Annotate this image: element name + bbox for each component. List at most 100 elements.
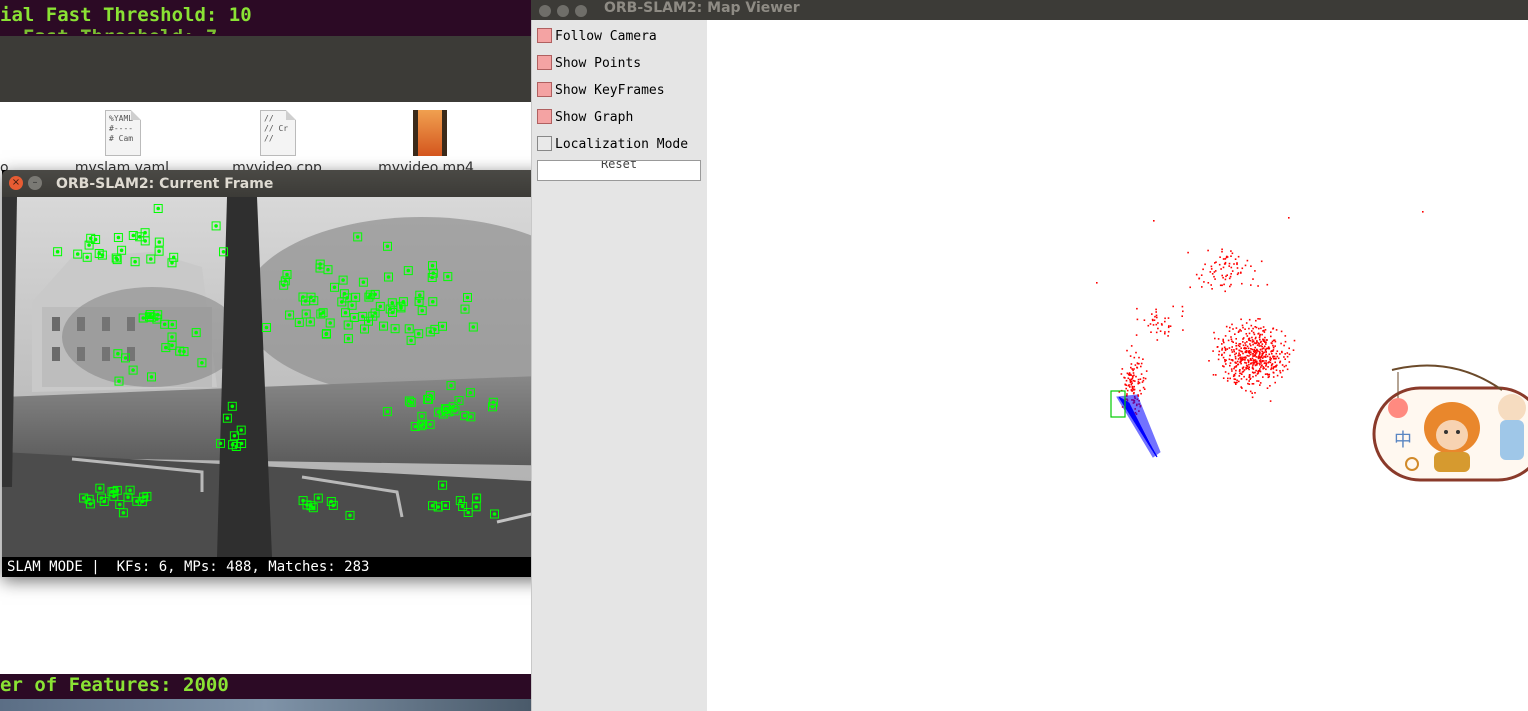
map-point xyxy=(1153,319,1156,321)
keypoint-dot xyxy=(447,410,451,414)
checkbox[interactable] xyxy=(537,55,552,70)
keypoint-dot xyxy=(361,280,366,284)
checkbox[interactable] xyxy=(537,109,552,124)
map-point xyxy=(1263,351,1265,354)
map-point xyxy=(1264,341,1266,343)
keypoint-dot xyxy=(200,361,204,365)
map-point xyxy=(1244,344,1247,346)
map-point xyxy=(1217,338,1220,340)
map-point xyxy=(1226,274,1228,276)
map-point xyxy=(1230,255,1232,257)
map-point xyxy=(1230,349,1233,351)
keypoint-dot xyxy=(316,496,321,500)
keypoint-dot xyxy=(341,278,345,282)
keypoint-dot xyxy=(436,505,441,509)
minimize-icon[interactable] xyxy=(557,5,569,17)
map-point xyxy=(1245,333,1248,335)
map-point xyxy=(1155,311,1157,313)
terminal-line-fast-threshold: ial Fast Threshold: 10 xyxy=(0,4,252,26)
keypoint-dot xyxy=(458,498,463,503)
reset-button[interactable]: Reset xyxy=(537,160,701,181)
map-point xyxy=(1222,340,1224,342)
map-point xyxy=(1259,338,1261,341)
map-point xyxy=(1268,353,1271,356)
map-point xyxy=(1133,368,1135,370)
map-point xyxy=(1247,382,1249,385)
map-point xyxy=(1210,268,1213,270)
map-point xyxy=(1266,387,1269,389)
map-point xyxy=(1272,346,1275,349)
checkbox[interactable] xyxy=(537,136,552,151)
keypoint-dot xyxy=(143,239,147,243)
map-point xyxy=(1288,353,1291,356)
map-point xyxy=(1257,285,1259,287)
map-point xyxy=(1229,285,1231,288)
map-point xyxy=(1253,342,1256,344)
map-point xyxy=(1240,358,1242,360)
map-point xyxy=(1156,316,1158,319)
map-point xyxy=(1259,382,1262,384)
map-point xyxy=(1225,325,1228,328)
map-point xyxy=(1235,338,1237,340)
map-point xyxy=(1224,290,1226,293)
map-point xyxy=(1132,372,1135,374)
keypoint-dot xyxy=(453,409,457,413)
keypoint-dot xyxy=(283,279,288,283)
map-point xyxy=(1240,386,1242,388)
map-point xyxy=(1222,266,1225,269)
map-point xyxy=(1224,258,1227,260)
map-point xyxy=(1243,375,1245,378)
map-point xyxy=(1209,271,1212,273)
map-point xyxy=(1288,361,1291,363)
checkbox[interactable] xyxy=(537,28,552,43)
map-point xyxy=(1228,265,1230,267)
map-point xyxy=(1244,342,1246,344)
map-point xyxy=(1255,364,1258,366)
map-point xyxy=(1237,354,1240,357)
keypoint-dot xyxy=(329,499,334,504)
map-viewer-titlebar[interactable]: ORB-SLAM2: Map Viewer xyxy=(531,0,1528,20)
maximize-icon[interactable] xyxy=(575,5,587,17)
keypoint-dot xyxy=(469,415,473,419)
map-point xyxy=(1237,363,1239,366)
map-point xyxy=(1138,356,1140,359)
map-point xyxy=(1120,373,1123,375)
map-point xyxy=(1276,350,1279,352)
map-point xyxy=(1219,284,1222,287)
map-point xyxy=(1156,339,1159,341)
map-point xyxy=(1272,357,1275,360)
map-point xyxy=(1228,347,1231,349)
map-point xyxy=(1233,350,1235,353)
map-point xyxy=(1223,283,1225,286)
map-point xyxy=(1125,379,1128,382)
map-point xyxy=(1133,385,1135,388)
checkbox[interactable] xyxy=(537,82,552,97)
keypoint-dot xyxy=(390,301,395,305)
cpp-file-icon: // // Cr // xyxy=(260,110,296,156)
map-point xyxy=(1155,314,1158,317)
map-point xyxy=(1243,369,1246,371)
keypoint-dot xyxy=(118,502,122,507)
keypoint-dot xyxy=(225,416,230,420)
map-point xyxy=(1132,389,1135,391)
map-point xyxy=(1252,375,1254,378)
map-point xyxy=(1280,330,1283,333)
map-point xyxy=(1247,360,1250,362)
map-point xyxy=(1242,370,1245,373)
map-point xyxy=(1256,340,1258,342)
close-icon[interactable] xyxy=(539,5,551,17)
map-point xyxy=(1132,369,1134,372)
map-point xyxy=(1229,354,1231,357)
map-point xyxy=(1231,340,1233,343)
close-icon[interactable]: × xyxy=(9,176,23,190)
map-point xyxy=(1265,368,1267,371)
minimize-icon[interactable]: – xyxy=(28,176,42,190)
map-point xyxy=(1207,282,1210,284)
map-point xyxy=(1167,317,1170,319)
map-point xyxy=(1275,357,1277,360)
map-point xyxy=(1249,344,1252,347)
map-point xyxy=(1269,361,1272,364)
map-point xyxy=(1247,351,1250,354)
map-point xyxy=(1272,366,1275,369)
keypoint-dot xyxy=(413,424,418,429)
